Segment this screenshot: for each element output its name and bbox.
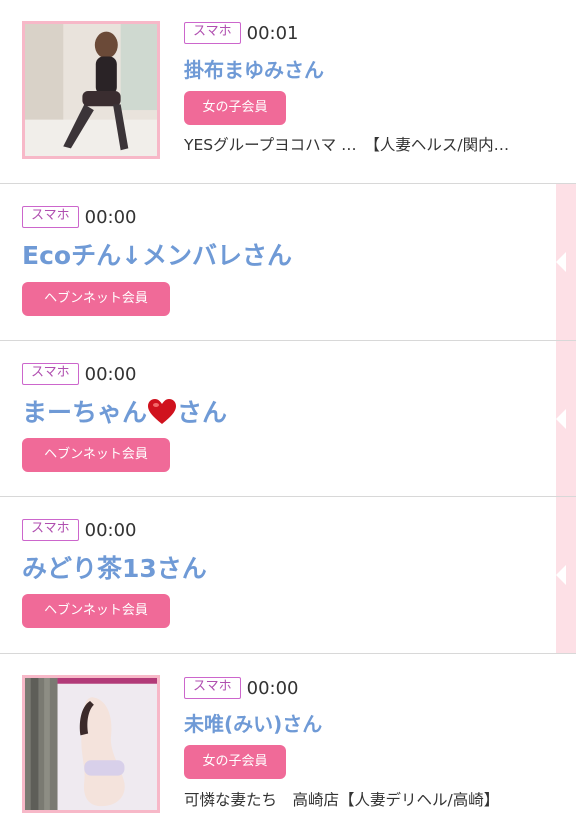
device-badge: スマホ [22,363,79,385]
shop-name[interactable]: YESグループヨコハマ … 【人妻ヘルス/関内… [184,133,562,157]
poster-name[interactable]: まーちゃん さん [22,397,227,429]
profile-photo-image [25,678,157,810]
profile-thumbnail[interactable] [22,675,160,813]
profile-thumbnail[interactable] [22,21,160,159]
member-type-badge: ヘブンネット会員 [22,438,170,472]
device-badge: スマホ [22,206,79,228]
poster-name-text: まーちゃん [22,398,148,427]
post-row[interactable]: スマホ 00:00 未唯(みい)さん 女の子会員 可憐な妻たち 高崎店【人妻デリヘ… [0,654,576,837]
post-time: 00:00 [84,519,137,541]
post-row[interactable]: スマホ 00:00 Ecoチん↓メンバレさん ヘブンネット会員 [0,184,576,341]
device-badge: スマホ [184,22,241,44]
member-type-badge: ヘブンネット会員 [22,282,170,316]
post-row[interactable]: スマホ 00:00 まーちゃん さん ヘブンネット会員 [0,341,576,497]
poster-name[interactable]: 掛布まゆみさん [184,57,324,83]
member-type-badge: 女の子会員 [184,745,286,779]
post-time: 00:00 [84,206,137,228]
row-side-indicator [556,341,576,496]
poster-name[interactable]: Ecoチん↓メンバレさん [22,240,292,272]
post-row[interactable]: スマホ 00:01 掛布まゆみさん 女の子会員 YESグループヨコハマ … 【人妻… [0,0,576,184]
post-time: 00:00 [246,677,299,699]
member-type-badge: ヘブンネット会員 [22,594,170,628]
member-type-badge: 女の子会員 [184,91,286,125]
device-badge: スマホ [184,677,241,699]
shop-name[interactable]: 可憐な妻たち 高崎店【人妻デリヘル/高崎】 [184,788,562,812]
heart-icon [148,399,177,424]
post-time: 00:01 [246,22,299,44]
row-side-indicator [556,184,576,340]
device-badge: スマホ [22,519,79,541]
poster-name[interactable]: みどり茶13さん [22,553,207,585]
poster-name-suffix: さん [177,398,228,427]
profile-photo-image [25,24,157,156]
post-time: 00:00 [84,363,137,385]
post-row[interactable]: スマホ 00:00 みどり茶13さん ヘブンネット会員 [0,497,576,654]
poster-name[interactable]: 未唯(みい)さん [184,711,322,737]
row-side-indicator [556,497,576,653]
